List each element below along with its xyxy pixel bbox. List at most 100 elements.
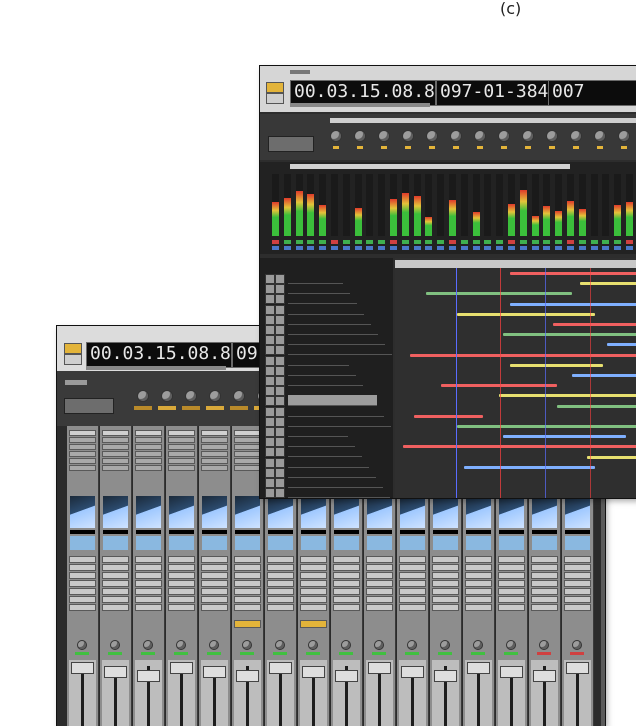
timeline-clip[interactable] xyxy=(425,292,572,296)
track-number-box[interactable] xyxy=(265,488,275,498)
insert-slot[interactable] xyxy=(366,564,393,571)
track-enable-box[interactable] xyxy=(275,345,285,356)
arrange-transport-sync-button[interactable] xyxy=(266,93,284,104)
insert-slot[interactable] xyxy=(366,596,393,603)
track-number-box[interactable] xyxy=(265,406,275,417)
insert-slot[interactable] xyxy=(135,588,162,595)
channel-strip-button[interactable] xyxy=(168,465,195,471)
channel-strip-button[interactable] xyxy=(135,465,162,471)
channel-strip-button[interactable] xyxy=(102,430,129,436)
send-knob[interactable] xyxy=(378,130,390,142)
channel-strip-button[interactable] xyxy=(135,458,162,464)
insert-slot[interactable] xyxy=(399,604,426,611)
channel-strip-button[interactable] xyxy=(234,444,261,450)
insert-slot[interactable] xyxy=(234,588,261,595)
insert-slot[interactable] xyxy=(168,572,195,579)
insert-slot[interactable] xyxy=(168,580,195,587)
track-number-box[interactable] xyxy=(265,355,275,366)
channel-strip-button[interactable] xyxy=(201,430,228,436)
track-number-box[interactable] xyxy=(265,447,275,458)
track-number-box[interactable] xyxy=(265,376,275,386)
send-knob[interactable] xyxy=(498,130,510,142)
mixer-send-knob[interactable] xyxy=(161,390,173,402)
insert-slot[interactable] xyxy=(432,604,459,611)
insert-slot[interactable] xyxy=(69,596,96,603)
insert-slot[interactable] xyxy=(399,596,426,603)
insert-slot[interactable] xyxy=(564,564,591,571)
timeline-clip[interactable] xyxy=(556,404,636,408)
insert-slot[interactable] xyxy=(300,564,327,571)
fader-handle[interactable] xyxy=(71,662,94,674)
track-enable-box[interactable] xyxy=(275,437,285,448)
insert-slot[interactable] xyxy=(333,556,360,563)
insert-slot[interactable] xyxy=(168,588,195,595)
track-number-box[interactable] xyxy=(265,427,275,437)
timeline-clip[interactable] xyxy=(502,435,626,439)
pan-knob[interactable] xyxy=(110,640,120,650)
insert-slot[interactable] xyxy=(102,588,129,595)
track-enable-box[interactable] xyxy=(275,457,285,468)
insert-slot[interactable] xyxy=(498,564,525,571)
insert-slot[interactable] xyxy=(300,572,327,579)
insert-slot[interactable] xyxy=(399,556,426,563)
insert-slot[interactable] xyxy=(465,596,492,603)
channel-strip-button[interactable] xyxy=(234,465,261,471)
timeline-clip[interactable] xyxy=(456,425,636,428)
insert-slot[interactable] xyxy=(465,580,492,587)
insert-slot[interactable] xyxy=(267,556,294,563)
insert-slot[interactable] xyxy=(102,556,129,563)
insert-slot[interactable] xyxy=(531,572,558,579)
insert-slot[interactable] xyxy=(102,604,129,611)
timeline-clip[interactable] xyxy=(571,374,636,377)
track-number-box[interactable] xyxy=(265,457,275,468)
insert-slot[interactable] xyxy=(432,580,459,587)
timeline-clip[interactable] xyxy=(510,272,636,275)
fader-handle[interactable] xyxy=(104,666,127,678)
locator-marker[interactable] xyxy=(500,268,501,498)
channel-strip-button[interactable] xyxy=(135,437,162,443)
mixer-transport-sync-button[interactable] xyxy=(64,354,82,365)
insert-slot[interactable] xyxy=(564,596,591,603)
insert-slot[interactable] xyxy=(201,596,228,603)
insert-slot[interactable] xyxy=(564,588,591,595)
insert-slot[interactable] xyxy=(69,580,96,587)
insert-slot[interactable] xyxy=(333,564,360,571)
track-number-box[interactable] xyxy=(265,294,275,305)
track-number-box[interactable] xyxy=(265,284,275,295)
channel-strip-button[interactable] xyxy=(168,451,195,457)
insert-slot[interactable] xyxy=(201,572,228,579)
track-enable-box[interactable] xyxy=(275,478,285,488)
channel-strip-button[interactable] xyxy=(234,437,261,443)
fader-handle[interactable] xyxy=(137,670,160,682)
insert-slot[interactable] xyxy=(564,604,591,611)
insert-slot[interactable] xyxy=(135,580,162,587)
insert-slot[interactable] xyxy=(135,596,162,603)
timeline-clip[interactable] xyxy=(414,414,484,418)
insert-slot[interactable] xyxy=(498,588,525,595)
insert-slot-active[interactable] xyxy=(234,620,261,628)
pan-knob[interactable] xyxy=(506,640,516,650)
insert-slot[interactable] xyxy=(135,564,162,571)
mixer-send-knob[interactable] xyxy=(209,390,221,402)
track-number-box[interactable] xyxy=(265,416,275,427)
track-number-box[interactable] xyxy=(265,345,275,356)
insert-slot[interactable] xyxy=(69,604,96,611)
insert-slot[interactable] xyxy=(399,572,426,579)
fader-handle[interactable] xyxy=(368,662,391,674)
track-number-box[interactable] xyxy=(265,335,275,346)
channel-strip-button[interactable] xyxy=(69,444,96,450)
fader-handle[interactable] xyxy=(302,666,325,678)
insert-slot[interactable] xyxy=(234,564,261,571)
insert-slot[interactable] xyxy=(300,580,327,587)
insert-slot[interactable] xyxy=(201,588,228,595)
track-enable-box[interactable] xyxy=(275,467,285,478)
track-enable-box[interactable] xyxy=(275,294,285,305)
insert-slot[interactable] xyxy=(102,580,129,587)
track-number-box[interactable] xyxy=(265,314,275,325)
insert-slot[interactable] xyxy=(399,580,426,587)
insert-slot[interactable] xyxy=(333,580,360,587)
insert-slot[interactable] xyxy=(267,572,294,579)
fader-handle[interactable] xyxy=(467,662,490,674)
insert-slot[interactable] xyxy=(201,604,228,611)
send-knob[interactable] xyxy=(570,130,582,142)
